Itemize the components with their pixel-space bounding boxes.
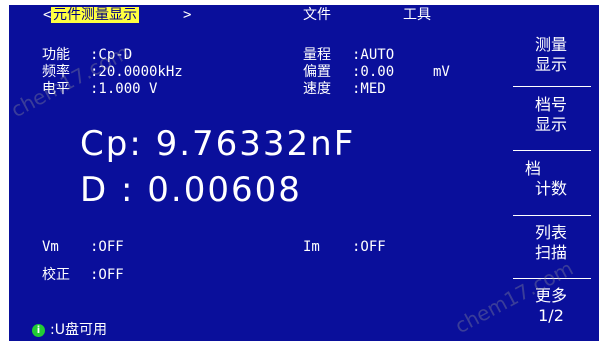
usb-status-text: :U盘可用 [50, 322, 107, 338]
softkey-label: 扫描 [534, 243, 567, 262]
speed-label: 速度 [303, 81, 331, 97]
speed-value[interactable]: :MED [352, 81, 386, 97]
softkey-divider [513, 215, 591, 216]
menu-measurement-display[interactable]: 元件测量显示 [51, 7, 139, 23]
softkey-bin-display[interactable]: 档号 显示 [511, 95, 591, 135]
function-label: 功能 [42, 47, 70, 63]
info-icon: i [32, 324, 45, 337]
menu-right-arrow[interactable]: > [183, 7, 191, 23]
menu-tools[interactable]: 工具 [403, 7, 431, 23]
softkey-list-sweep[interactable]: 列表 扫描 [511, 223, 591, 263]
bias-unit: mV [433, 64, 450, 80]
secondary-reading: D : 0.00608 [80, 170, 302, 210]
vm-value[interactable]: :OFF [90, 239, 124, 255]
menu-file[interactable]: 文件 [303, 7, 331, 23]
im-value[interactable]: :OFF [352, 239, 386, 255]
im-label: Im [303, 239, 320, 255]
softkey-label: 列表 [534, 223, 567, 242]
softkey-label: 测量 [534, 35, 567, 54]
range-label: 量程 [303, 47, 331, 63]
softkey-divider [513, 150, 591, 151]
bias-value[interactable]: :0.00 [352, 64, 394, 80]
primary-reading: Cp: 9.76332nF [80, 124, 356, 164]
level-value[interactable]: :1.000 V [90, 81, 157, 97]
correction-value[interactable]: :OFF [90, 267, 124, 283]
softkey-label: 档 [525, 159, 542, 178]
softkey-label: 1/2 [538, 306, 564, 325]
softkey-label: 计数 [534, 179, 567, 198]
softkey-label: 显示 [534, 115, 567, 134]
instrument-screen: < 元件测量显示 > 文件 工具 功能 :Cp-D 频率 :20.0000kHz… [9, 5, 599, 341]
range-value[interactable]: :AUTO [352, 47, 394, 63]
softkey-label: 档号 [534, 95, 567, 114]
softkey-divider [513, 86, 591, 87]
softkey-measure-display[interactable]: 测量 显示 [511, 35, 591, 75]
softkey-label: 显示 [534, 55, 567, 74]
softkey-bin-count[interactable]: 档 计数 [511, 159, 591, 199]
vm-label: Vm [42, 239, 59, 255]
correction-label: 校正 [42, 267, 70, 283]
bias-label: 偏置 [303, 64, 331, 80]
